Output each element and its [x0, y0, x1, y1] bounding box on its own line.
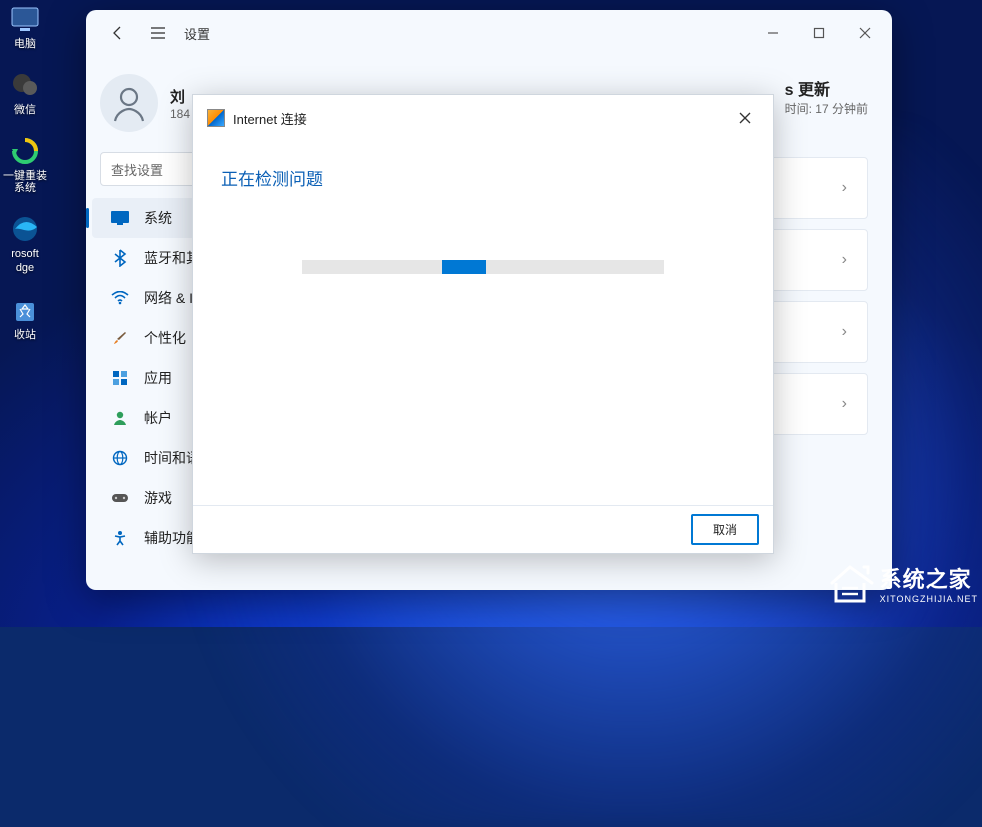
cancel-button[interactable]: 取消 — [691, 514, 759, 545]
label: 系统 — [144, 208, 172, 228]
progress-indicator — [442, 260, 486, 274]
avatar — [100, 74, 158, 132]
watermark-name: 系统之家 — [880, 562, 978, 594]
accessibility-icon — [110, 528, 130, 548]
brush-icon — [110, 328, 130, 348]
house-icon — [826, 561, 874, 605]
chevron-right-icon: › — [842, 395, 847, 413]
maximize-button[interactable] — [796, 13, 842, 53]
gamepad-icon — [110, 488, 130, 508]
search-placeholder: 查找设置 — [111, 160, 163, 179]
titlebar: 设置 — [86, 10, 892, 56]
watermark: 系统之家 XITONGZHIJIA.NET — [826, 561, 978, 605]
label: 收站 — [14, 329, 36, 341]
user-id: 184 — [170, 107, 190, 121]
update-heading: s 更新 — [785, 76, 868, 100]
update-subheading: 时间: 17 分钟前 — [785, 100, 868, 117]
user-name: 刘 — [170, 86, 190, 107]
label-line1: rosoft — [11, 248, 39, 260]
troubleshooter-dialog: Internet 连接 正在检测问题 取消 — [192, 94, 774, 554]
label: 一键重装系统 — [0, 170, 50, 194]
label: 应用 — [144, 368, 172, 388]
label: 电脑 — [14, 38, 36, 50]
desktop-icon-reinstall[interactable]: 一键重装系统 — [0, 134, 50, 194]
chevron-right-icon: › — [842, 251, 847, 269]
system-icon — [110, 208, 130, 228]
desktop-icon-wechat[interactable]: 微信 — [0, 68, 50, 116]
bluetooth-icon — [110, 248, 130, 268]
desktop-icons: 电脑 微信 一键重装系统 rosoft dge 收站 — [0, 0, 50, 341]
user-icon — [110, 408, 130, 428]
label: 微信 — [14, 104, 36, 116]
desktop-icon-computer[interactable]: 电脑 — [0, 2, 50, 50]
dialog-message: 正在检测问题 — [221, 165, 745, 190]
watermark-url: XITONGZHIJIA.NET — [880, 594, 978, 604]
label-line2: dge — [16, 262, 34, 274]
globe-icon — [110, 448, 130, 468]
desktop-icon-recycle[interactable]: 收站 — [0, 293, 50, 341]
dialog-close-button[interactable] — [725, 102, 765, 134]
dialog-title: Internet 连接 — [233, 109, 307, 128]
window-title: 设置 — [184, 24, 210, 43]
label: 游戏 — [144, 488, 172, 508]
minimize-button[interactable] — [750, 13, 796, 53]
back-button[interactable] — [98, 13, 138, 53]
progress-bar — [302, 260, 664, 274]
label: 个性化 — [144, 328, 186, 348]
desktop-icon-edge[interactable]: rosoft dge — [0, 212, 50, 274]
close-button[interactable] — [842, 13, 888, 53]
menu-button[interactable] — [138, 13, 178, 53]
chevron-right-icon: › — [842, 179, 847, 197]
apps-icon — [110, 368, 130, 388]
wifi-icon — [110, 288, 130, 308]
label: 帐户 — [144, 408, 172, 428]
chevron-right-icon: › — [842, 323, 847, 341]
troubleshooter-icon — [207, 109, 225, 127]
